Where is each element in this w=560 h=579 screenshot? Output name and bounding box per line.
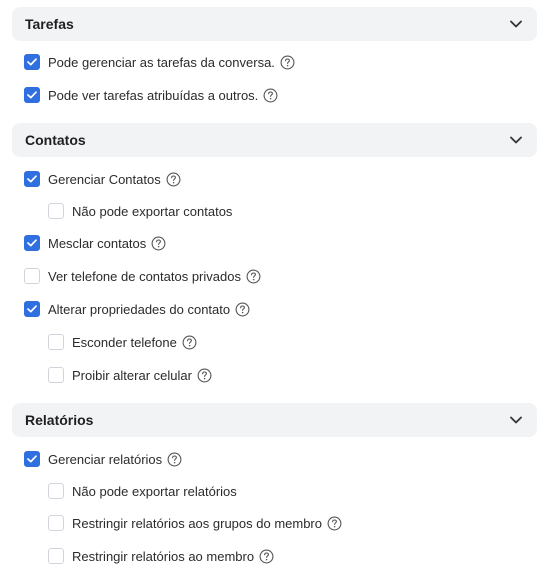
permission-row-gerenciar-relatorios[interactable]: Gerenciar relatórios — [24, 449, 182, 469]
help-icon[interactable] — [280, 55, 295, 70]
permissions-panel: Tarefas Pode gerenciar as tarefas da con… — [0, 0, 560, 579]
checkbox-proibir-alterar-celular[interactable] — [48, 367, 64, 383]
help-icon[interactable] — [167, 452, 182, 467]
help-icon[interactable] — [327, 516, 342, 531]
permission-row-mesclar-contatos[interactable]: Mesclar contatos — [24, 233, 166, 253]
permission-row-proibir-alterar-celular[interactable]: Proibir alterar celular — [48, 365, 212, 385]
checkbox-ver-tarefas[interactable] — [24, 87, 40, 103]
permission-label: Gerenciar Contatos — [48, 171, 161, 187]
permission-label: Não pode exportar contatos — [72, 203, 233, 219]
help-icon[interactable] — [246, 269, 261, 284]
permission-label: Ver telefone de contatos privados — [48, 268, 241, 284]
section-title-tarefas: Tarefas — [25, 16, 74, 32]
permission-row-gerenciar-tarefas[interactable]: Pode gerenciar as tarefas da conversa. — [24, 52, 295, 72]
permission-label: Alterar propriedades do contato — [48, 301, 231, 317]
permission-row-ver-tarefas[interactable]: Pode ver tarefas atribuídas a outros. — [24, 85, 278, 105]
permission-label: Gerenciar relatórios — [48, 451, 163, 467]
checkmark-icon — [27, 91, 37, 99]
chevron-down-icon[interactable] — [509, 413, 523, 427]
permission-row-ver-telefone-privados[interactable]: Ver telefone de contatos privados — [24, 266, 261, 286]
checkmark-icon — [27, 175, 37, 183]
permission-label: Pode gerenciar as tarefas da conversa. — [48, 54, 275, 70]
checkbox-restringir-membro[interactable] — [48, 548, 64, 564]
permission-row-restringir-grupos[interactable]: Restringir relatórios aos grupos do memb… — [48, 513, 342, 533]
permission-row-esconder-telefone[interactable]: Esconder telefone — [48, 332, 197, 352]
permission-label: Mesclar contatos — [48, 235, 147, 251]
checkmark-icon — [27, 239, 37, 247]
permission-row-restringir-membro[interactable]: Restringir relatórios ao membro — [48, 546, 274, 566]
checkbox-gerenciar-relatorios[interactable] — [24, 451, 40, 467]
help-icon[interactable] — [182, 335, 197, 350]
checkbox-esconder-telefone[interactable] — [48, 334, 64, 350]
permission-label: Pode ver tarefas atribuídas a outros. — [48, 87, 259, 103]
permission-row-nao-exportar-relatorios[interactable]: Não pode exportar relatórios — [48, 481, 237, 501]
help-icon[interactable] — [235, 302, 250, 317]
help-icon[interactable] — [197, 368, 212, 383]
help-icon[interactable] — [259, 549, 274, 564]
section-header-contatos[interactable]: Contatos — [12, 123, 537, 157]
permission-label: Proibir alterar celular — [72, 367, 192, 383]
permission-row-nao-exportar-contatos[interactable]: Não pode exportar contatos — [48, 201, 232, 221]
permission-label: Restringir relatórios ao membro — [72, 548, 255, 564]
checkbox-gerenciar-tarefas[interactable] — [24, 54, 40, 70]
permission-label: Esconder telefone — [72, 334, 177, 350]
checkmark-icon — [27, 305, 37, 313]
checkbox-nao-exportar-relatorios[interactable] — [48, 483, 64, 499]
checkbox-ver-telefone-privados[interactable] — [24, 268, 40, 284]
section-header-tarefas[interactable]: Tarefas — [12, 7, 537, 41]
checkbox-alterar-propriedades[interactable] — [24, 301, 40, 317]
checkbox-restringir-grupos[interactable] — [48, 515, 64, 531]
help-icon[interactable] — [263, 88, 278, 103]
section-title-contatos: Contatos — [25, 132, 86, 148]
checkbox-mesclar-contatos[interactable] — [24, 235, 40, 251]
help-icon[interactable] — [151, 236, 166, 251]
section-title-relatorios: Relatórios — [25, 412, 94, 428]
chevron-down-icon[interactable] — [509, 17, 523, 31]
permission-row-alterar-propriedades[interactable]: Alterar propriedades do contato — [24, 299, 250, 319]
permission-label: Restringir relatórios aos grupos do memb… — [72, 515, 322, 531]
checkbox-nao-exportar-contatos[interactable] — [48, 203, 64, 219]
checkmark-icon — [27, 58, 37, 66]
permission-label: Não pode exportar relatórios — [72, 483, 237, 499]
permission-row-gerenciar-contatos[interactable]: Gerenciar Contatos — [24, 169, 181, 189]
section-header-relatorios[interactable]: Relatórios — [12, 403, 537, 437]
chevron-down-icon[interactable] — [509, 133, 523, 147]
checkmark-icon — [27, 455, 37, 463]
checkbox-gerenciar-contatos[interactable] — [24, 171, 40, 187]
help-icon[interactable] — [166, 172, 181, 187]
